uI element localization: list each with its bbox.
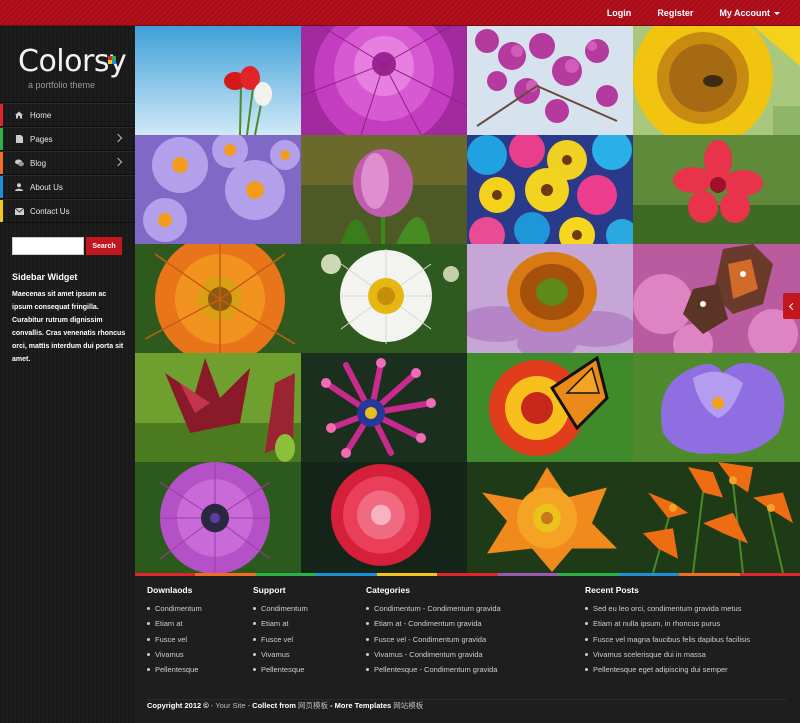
search-input[interactable] <box>12 237 84 255</box>
widget-title: Sidebar Widget <box>12 272 78 282</box>
more-templates-text: - More Templates <box>328 701 394 710</box>
footer-link[interactable]: Fusce vel <box>253 635 308 650</box>
logo[interactable]: Colorsy a portfolio theme <box>18 42 128 90</box>
gallery-image-red-flower[interactable] <box>633 135 800 244</box>
gallery-image-orange-dahlia[interactable] <box>467 462 633 573</box>
sidebar-item-label: Home <box>30 110 52 120</box>
footer-column-downloads: Downlaods Condimentum Etiam at Fusce vel… <box>147 585 202 680</box>
top-bar: Login Register My Account <box>0 0 800 26</box>
gallery-image-orange-lilies[interactable] <box>633 462 800 573</box>
footer-link[interactable]: Vivamus <box>253 650 308 665</box>
accent-bar <box>0 200 3 222</box>
footer-link[interactable]: Pellentesque eget adipiscing dui semper <box>585 665 750 680</box>
sidebar-item-contact-us[interactable]: Contact Us <box>0 199 135 223</box>
search-button[interactable]: Search <box>86 237 122 255</box>
side-panel-toggle[interactable] <box>783 293 800 319</box>
gallery-image-purple-asters[interactable] <box>135 135 301 244</box>
gallery-image-pink-tulip[interactable] <box>301 135 467 244</box>
top-nav: Login Register My Account <box>581 0 780 26</box>
footer-link[interactable]: Vivamus scelerisque dui in massa <box>585 650 750 665</box>
footer-link[interactable]: Etiam at <box>253 619 308 634</box>
footer-column-recent-posts: Recent Posts Sed eu leo orci, condimentu… <box>585 585 750 680</box>
color-stripe <box>135 573 800 576</box>
footer-link[interactable]: Condimentum - Condimentum gravida <box>366 604 501 619</box>
footer-column-title: Support <box>253 585 286 595</box>
footer-link[interactable]: Etiam at nulla ipsum, in rhoncus purus <box>585 619 750 634</box>
gallery-image-sunflower[interactable] <box>633 26 800 135</box>
sidebar-item-label: Pages <box>30 134 53 144</box>
envelope-icon <box>14 207 24 215</box>
gallery-image-echinacea[interactable] <box>467 244 633 353</box>
sidebar-item-blog[interactable]: Blog <box>0 151 135 175</box>
footer-link[interactable]: Fusce vel <box>147 635 202 650</box>
home-icon <box>14 111 24 119</box>
gallery-image-red-tulips[interactable] <box>135 26 301 135</box>
chevron-right-icon <box>113 133 123 143</box>
comments-icon <box>14 159 24 167</box>
footer-link[interactable]: Etiam at <box>147 619 202 634</box>
sidebar-item-label: Contact Us <box>30 206 70 216</box>
sidebar-item-label: About Us <box>30 182 63 192</box>
footer-column-title: Recent Posts <box>585 585 639 595</box>
file-icon <box>14 135 24 143</box>
logo-squares-icon <box>108 56 116 64</box>
user-icon <box>14 183 24 191</box>
gallery-image-white-daisy[interactable] <box>301 244 467 353</box>
footer-link[interactable]: Condimentum <box>253 604 308 619</box>
accent-bar <box>0 104 3 126</box>
copyright-text: Copyright 2012 © <box>147 701 209 710</box>
sidebar-nav: Home Pages Blog About Us Contact Us <box>0 102 135 223</box>
gallery-image-purple-crocus[interactable] <box>633 353 800 462</box>
caret-down-icon <box>774 11 780 15</box>
more-templates-link[interactable]: 网站模板 <box>393 701 423 710</box>
gallery-image-red-lily[interactable] <box>135 353 301 462</box>
chevron-left-icon <box>788 302 797 310</box>
flower-gallery <box>135 26 800 573</box>
footer-link[interactable]: Sed eu leo orci, condimentum gravida met… <box>585 604 750 619</box>
gallery-image-purple-spider-daisy[interactable] <box>301 353 467 462</box>
footer-link[interactable]: Vivamus <box>147 650 202 665</box>
footer-column-title: Categories <box>366 585 410 595</box>
sidebar-widget: Sidebar Widget Maecenas sit amet ipsum a… <box>12 272 127 366</box>
gallery-image-pink-dahlia[interactable] <box>301 26 467 135</box>
accent-bar <box>0 128 3 150</box>
widget-text: Maecenas sit amet ipsum ac ipsum consequ… <box>12 291 126 363</box>
chevron-right-icon <box>113 157 123 167</box>
gallery-image-red-pompom-daisy[interactable] <box>301 462 467 573</box>
collect-text: Collect from <box>252 701 298 710</box>
site-name: - Your Site - <box>208 701 253 710</box>
accent-bar <box>0 176 3 198</box>
my-account-dropdown[interactable]: My Account <box>719 8 780 18</box>
collect-link[interactable]: 网页模板 <box>298 701 328 710</box>
footer-column-categories: Categories Condimentum - Condimentum gra… <box>366 585 501 680</box>
gallery-image-purple-osteospermum[interactable] <box>135 462 301 573</box>
gallery-image-orange-gerbera[interactable] <box>135 244 301 353</box>
accent-bar <box>0 152 3 174</box>
sidebar: Colorsy a portfolio theme Home Pages Blo… <box>0 26 135 723</box>
search-form: Search <box>12 237 122 255</box>
gallery-image-monarch-on-zinnia[interactable] <box>467 353 633 462</box>
gallery-image-colorful-gerberas[interactable] <box>467 135 633 244</box>
register-link[interactable]: Register <box>657 8 693 18</box>
gallery-image-butterfly-on-pink[interactable] <box>633 244 800 353</box>
footer-link[interactable]: Condimentum <box>147 604 202 619</box>
footer: Downlaods Condimentum Etiam at Fusce vel… <box>135 573 800 723</box>
footer-link[interactable]: Vivamus - Condimentum gravida <box>366 650 501 665</box>
sidebar-item-home[interactable]: Home <box>0 103 135 127</box>
footer-column-title: Downlaods <box>147 585 193 595</box>
footer-column-support: Support Condimentum Etiam at Fusce vel V… <box>253 585 308 680</box>
sidebar-item-label: Blog <box>30 158 47 168</box>
sidebar-item-pages[interactable]: Pages <box>0 127 135 151</box>
footer-link[interactable]: Pellentesque <box>253 665 308 680</box>
footer-link[interactable]: Fusce vel magna faucibus felis dapibus f… <box>585 635 750 650</box>
gallery-image-purple-bougainvillea[interactable] <box>467 26 633 135</box>
copyright: Copyright 2012 © - Your Site - Collect f… <box>147 699 787 711</box>
footer-link[interactable]: Pellentesque - Condimentum gravida <box>366 665 501 680</box>
sidebar-item-about-us[interactable]: About Us <box>0 175 135 199</box>
login-link[interactable]: Login <box>607 8 632 18</box>
my-account-label: My Account <box>719 8 770 18</box>
footer-link[interactable]: Etiam at - Condimentum gravida <box>366 619 501 634</box>
footer-link[interactable]: Fusce vel - Condimentum gravida <box>366 635 501 650</box>
footer-link[interactable]: Pellentesque <box>147 665 202 680</box>
